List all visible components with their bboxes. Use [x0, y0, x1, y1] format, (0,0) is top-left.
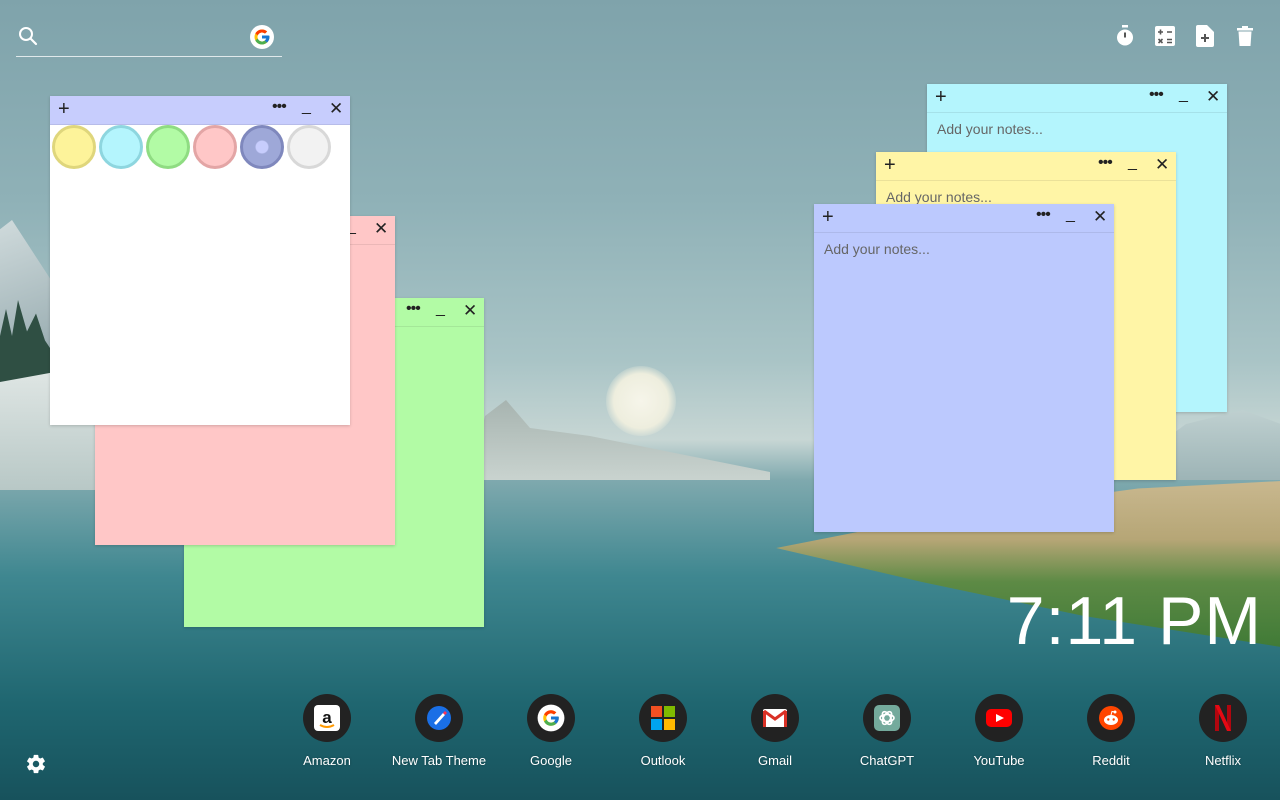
shortcut-dock: a Amazon New Tab Theme Google Outlook Gm… — [271, 694, 1279, 768]
more-icon[interactable]: ••• — [406, 300, 421, 318]
minimize-icon[interactable]: _ — [436, 300, 445, 318]
more-icon[interactable]: ••• — [1036, 206, 1051, 224]
swatch-white[interactable] — [287, 125, 331, 169]
color-swatches — [50, 125, 331, 169]
minimize-icon[interactable]: _ — [302, 98, 311, 116]
shortcut-label: ChatGPT — [859, 753, 915, 768]
google-icon — [527, 694, 575, 742]
google-search-engine-icon[interactable] — [250, 25, 274, 49]
swatch-green[interactable] — [146, 125, 190, 169]
new-tab-theme-icon — [415, 694, 463, 742]
more-icon[interactable]: ••• — [272, 98, 287, 116]
shortcut-chatgpt[interactable]: ChatGPT — [831, 694, 943, 768]
chatgpt-icon — [863, 694, 911, 742]
swatch-yellow[interactable] — [52, 125, 96, 169]
top-toolbar — [1114, 24, 1256, 48]
shortcut-label: New Tab Theme — [391, 753, 487, 768]
note-header[interactable]: + ••• _ ✕ — [50, 96, 350, 125]
close-icon[interactable]: ✕ — [1155, 155, 1169, 175]
search-input[interactable] — [50, 24, 254, 52]
minimize-icon[interactable]: _ — [1066, 206, 1075, 224]
note-header[interactable]: + ••• _ ✕ — [927, 84, 1227, 113]
shortcut-label: Amazon — [303, 753, 351, 768]
close-icon[interactable]: ✕ — [329, 99, 343, 119]
close-icon[interactable]: ✕ — [463, 301, 477, 321]
search-bar — [16, 20, 282, 57]
shortcut-youtube[interactable]: YouTube — [943, 694, 1055, 768]
shortcut-label: Google — [530, 753, 572, 768]
shortcut-new-tab-theme[interactable]: New Tab Theme — [383, 694, 495, 768]
shortcut-label: Gmail — [758, 753, 792, 768]
shortcut-label: YouTube — [973, 753, 1025, 768]
add-note-button[interactable]: + — [935, 87, 947, 107]
trash-icon[interactable] — [1234, 24, 1256, 48]
netflix-icon — [1199, 694, 1247, 742]
minimize-icon[interactable]: _ — [1179, 86, 1188, 104]
background-sun — [606, 366, 676, 436]
minimize-icon[interactable]: _ — [1128, 154, 1137, 172]
shortcut-label: Outlook — [640, 753, 686, 768]
settings-gear-icon[interactable] — [25, 753, 47, 775]
note-header[interactable]: + ••• _ ✕ — [814, 204, 1114, 233]
background-island — [470, 400, 770, 480]
shortcut-amazon[interactable]: a Amazon — [271, 694, 383, 768]
more-icon[interactable]: ••• — [1149, 86, 1164, 104]
sticky-note-blue[interactable]: + ••• _ ✕ — [814, 204, 1114, 532]
sticky-note-color-picker[interactable]: + ••• _ ✕ — [50, 96, 350, 425]
close-icon[interactable]: ✕ — [1206, 87, 1220, 107]
reddit-icon — [1087, 694, 1135, 742]
swatch-cyan[interactable] — [99, 125, 143, 169]
shortcut-gmail[interactable]: Gmail — [719, 694, 831, 768]
add-note-button[interactable]: + — [58, 99, 70, 119]
add-note-button[interactable]: + — [822, 207, 834, 227]
shortcut-label: Reddit — [1092, 753, 1130, 768]
shortcut-label: Netflix — [1204, 753, 1242, 768]
close-icon[interactable]: ✕ — [1093, 207, 1107, 227]
outlook-icon — [639, 694, 687, 742]
shortcut-outlook[interactable]: Outlook — [607, 694, 719, 768]
youtube-icon — [975, 694, 1023, 742]
shortcut-netflix[interactable]: Netflix — [1167, 694, 1279, 768]
svg-text:a: a — [322, 708, 332, 727]
clock: 7:11 PM — [1006, 583, 1262, 659]
note-textarea[interactable] — [814, 233, 1114, 532]
amazon-icon: a — [303, 694, 351, 742]
shortcut-google[interactable]: Google — [495, 694, 607, 768]
add-note-button[interactable]: + — [884, 155, 896, 175]
swatch-pink[interactable] — [193, 125, 237, 169]
swatch-blue-selected[interactable] — [240, 125, 284, 169]
shortcut-reddit[interactable]: Reddit — [1055, 694, 1167, 768]
calculator-icon[interactable] — [1154, 24, 1176, 48]
gmail-icon — [751, 694, 799, 742]
search-icon[interactable] — [18, 26, 38, 46]
close-icon[interactable]: ✕ — [374, 219, 388, 239]
more-icon[interactable]: ••• — [1098, 154, 1113, 172]
note-header[interactable]: + ••• _ ✕ — [876, 152, 1176, 181]
add-note-icon[interactable] — [1194, 24, 1216, 48]
timer-icon[interactable] — [1114, 24, 1136, 48]
